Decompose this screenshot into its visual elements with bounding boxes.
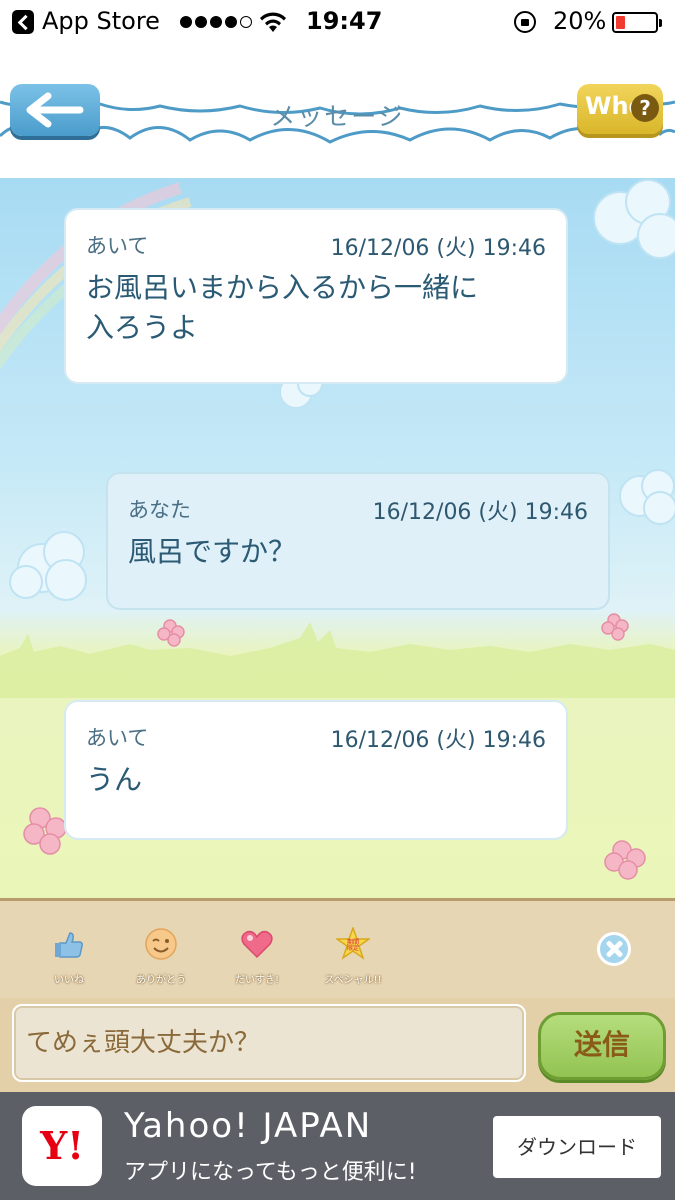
message-text: 風呂ですか？: [128, 535, 297, 568]
thumbs-up-icon: [55, 932, 83, 958]
yahoo-logo-icon: Y!: [22, 1106, 102, 1186]
clock: 19:47: [306, 7, 383, 35]
message-card: あいて 16/12/06 (火) 19:46 お風呂いまから入るから一緒に 入ろ…: [64, 208, 568, 384]
compose-bar: てめぇ頭大丈夫か？ 送信: [0, 998, 675, 1092]
ad-subtitle: アプリになってもっと便利に!: [124, 1160, 417, 1185]
message-card-own: あなた 16/12/06 (火) 19:46 風呂ですか？: [106, 472, 610, 610]
back-to-app-label[interactable]: App Store: [42, 7, 160, 35]
battery-icon: [612, 12, 662, 33]
status-bar: App Store 19:47 20%: [0, 0, 675, 44]
reaction-label: いいね: [54, 975, 84, 986]
wifi-icon: [260, 12, 286, 32]
header: メッセージ Who ?: [0, 44, 675, 178]
message-area[interactable]: あいて 16/12/06 (火) 19:46 お風呂いまから入るから一緒に 入ろ…: [0, 178, 675, 898]
reaction-label: だいすき!: [234, 975, 279, 986]
question-icon: ?: [631, 94, 659, 122]
message-timestamp: 16/12/06 (火) 19:46: [372, 500, 588, 525]
page-title: メッセージ: [270, 102, 405, 131]
message-card: あいて 16/12/06 (火) 19:46 うん: [64, 700, 568, 840]
battery-percent: 20%: [553, 7, 607, 35]
rotation-lock-icon: [514, 11, 536, 33]
reaction-like[interactable]: いいね: [34, 927, 104, 986]
reaction-love[interactable]: だいすき!: [222, 927, 292, 986]
send-label: 送信: [573, 1028, 630, 1061]
message-sender: あいて: [86, 234, 149, 258]
reaction-label: スペシャル!!: [324, 975, 382, 986]
reaction-bar: いいね ありがとう だいすき! 期間 限定 スペシャル!!: [0, 898, 675, 998]
message-timestamp: 16/12/06 (火) 19:46: [330, 236, 546, 261]
ad-title: Yahoo! JAPAN: [124, 1106, 373, 1146]
message-timestamp: 16/12/06 (火) 19:46: [330, 728, 546, 753]
reaction-special[interactable]: 期間 限定 スペシャル!!: [318, 925, 388, 986]
back-to-app-icon[interactable]: [12, 10, 34, 34]
star-icon: 期間 限定: [334, 925, 372, 960]
send-button[interactable]: 送信: [538, 1012, 666, 1080]
message-sender: あなた: [128, 498, 191, 522]
ad-banner[interactable]: Y! Yahoo! JAPAN アプリになってもっと便利に! ダウンロード: [0, 1092, 675, 1200]
close-icon[interactable]: [597, 932, 631, 966]
message-input[interactable]: てめぇ頭大丈夫か？: [12, 1004, 526, 1082]
message-text: お風呂いまから入るから一緒に 入ろうよ: [86, 271, 479, 344]
ad-download-button[interactable]: ダウンロード: [493, 1116, 661, 1178]
reaction-thanks[interactable]: ありがとう: [126, 927, 196, 986]
wink-face-icon: [145, 928, 177, 960]
svg-text:限定: 限定: [347, 944, 359, 952]
heart-icon: [241, 930, 273, 959]
signal-strength-icon: [180, 16, 252, 28]
who-button[interactable]: Who ?: [577, 84, 663, 134]
reaction-label: ありがとう: [136, 975, 186, 986]
message-sender: あいて: [86, 726, 149, 750]
message-text: うん: [86, 763, 143, 796]
